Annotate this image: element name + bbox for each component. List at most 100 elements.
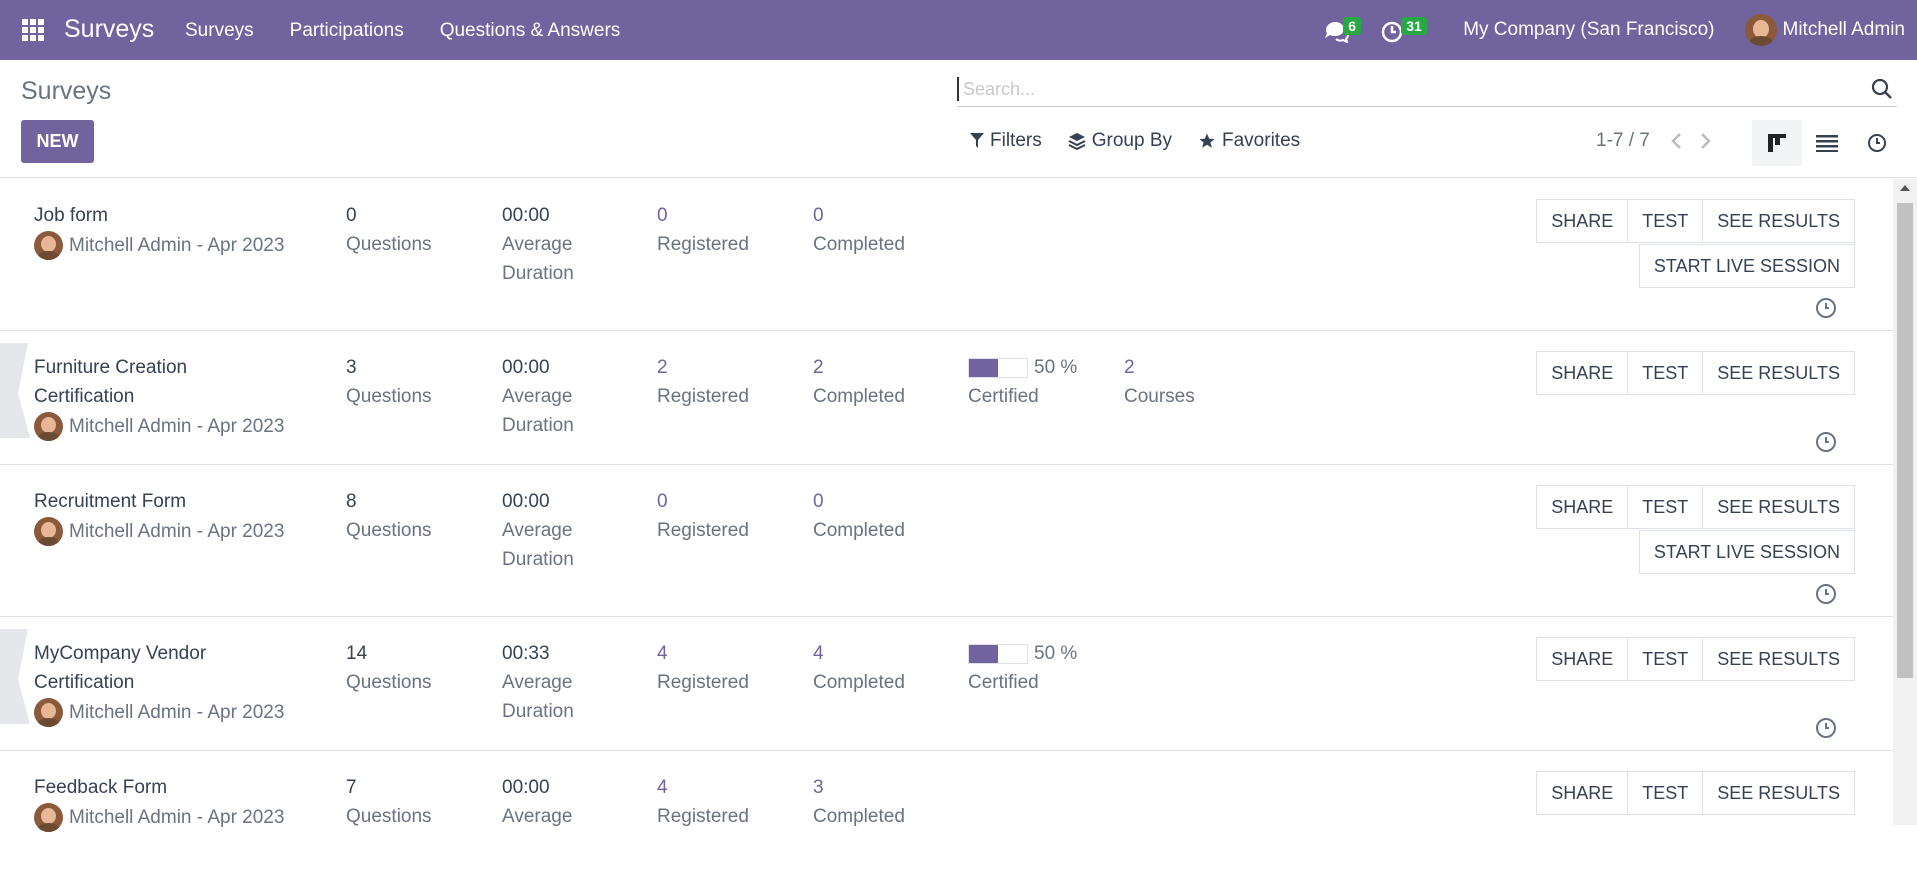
activity-clock-icon[interactable] [1815,297,1837,319]
test-button[interactable]: TEST [1627,351,1704,395]
survey-row[interactable]: Recruitment Form Mitchell Admin - Apr 20… [0,465,1893,617]
registered-stat[interactable]: 4 Registered [657,773,749,831]
questions-stat[interactable]: 8 Questions [346,487,432,545]
search-icon[interactable] [1871,78,1893,100]
test-button[interactable]: TEST [1627,485,1704,529]
completed-stat[interactable]: 3 Completed [813,773,905,831]
scrollbar-thumb[interactable] [1897,203,1913,678]
see-results-button[interactable]: SEE RESULTS [1702,637,1855,681]
start-live-session-button[interactable]: START LIVE SESSION [1638,244,1855,288]
messages-menu[interactable]: 6 [1321,15,1361,45]
survey-name[interactable]: Recruitment Form [34,487,264,516]
survey-name[interactable]: Job form [34,201,264,230]
activities-menu[interactable]: 31 [1379,15,1427,45]
share-button[interactable]: SHARE [1536,485,1629,529]
search-input[interactable] [957,77,1837,101]
share-button[interactable]: SHARE [1536,351,1629,395]
activity-clock-icon[interactable] [1815,583,1837,605]
survey-actions: SHARE TEST SEE RESULTS [1536,485,1855,529]
courses-stat[interactable]: 2 Courses [1124,353,1195,411]
see-results-button[interactable]: SEE RESULTS [1702,771,1855,815]
duration-stat: 00:00 Average Duration [502,491,574,570]
survey-author: Mitchell Admin - Apr 2023 [34,412,284,441]
questions-stat[interactable]: 7 Questions [346,773,432,831]
survey-author: Mitchell Admin - Apr 2023 [34,231,284,260]
registered-stat[interactable]: 4 Registered [657,639,749,697]
certified-percent: 50 % [1034,643,1078,664]
chevron-left-icon[interactable] [1670,132,1682,150]
duration-stat: 00:00 Average [502,777,573,827]
questions-stat[interactable]: 3 Questions [346,353,432,411]
user-menu[interactable]: Mitchell Admin [1744,14,1906,46]
activity-clock-icon[interactable] [1815,717,1837,739]
kanban-icon [1768,134,1786,152]
pager-value[interactable]: 1-7 / 7 [1596,130,1650,152]
menu-participations[interactable]: Participations [290,20,404,42]
author-avatar [34,231,63,260]
activity-clock-icon[interactable] [1815,431,1837,453]
scroll-up-arrow-icon[interactable] [1900,185,1910,191]
author-avatar [34,698,63,727]
completed-stat[interactable]: 4 Completed [813,639,905,697]
share-button[interactable]: SHARE [1536,199,1629,243]
app-brand[interactable]: Surveys [64,15,154,44]
share-button[interactable]: SHARE [1536,637,1629,681]
vertical-scrollbar[interactable] [1893,179,1917,825]
survey-row[interactable]: Feedback Form Mitchell Admin - Apr 2023 … [0,751,1893,871]
survey-name[interactable]: MyCompany Vendor Certification [34,639,264,697]
company-switcher[interactable]: My Company (San Francisco) [1463,19,1714,41]
registered-stat[interactable]: 0 Registered [657,201,749,259]
survey-kanban-list: Job form Mitchell Admin - Apr 2023 0 Ques… [0,179,1893,871]
survey-name[interactable]: Furniture Creation Certification [34,353,264,411]
certified-progress-bar [968,643,1028,664]
share-button[interactable]: SHARE [1536,771,1629,815]
user-name: Mitchell Admin [1782,19,1906,40]
list-view-button[interactable] [1802,120,1852,166]
activity-view-button[interactable] [1852,120,1902,166]
list-icon [1816,135,1838,152]
messages-badge: 6 [1343,17,1361,35]
completed-stat[interactable]: 0 Completed [813,201,905,259]
menu-questions-answers[interactable]: Questions & Answers [440,20,621,42]
app-switcher-icon[interactable] [22,19,44,41]
survey-actions: SHARE TEST SEE RESULTS [1536,637,1855,681]
survey-author: Mitchell Admin - Apr 2023 [34,803,284,832]
survey-row[interactable]: Furniture Creation Certification Mitchel… [0,331,1893,465]
test-button[interactable]: TEST [1627,771,1704,815]
test-button[interactable]: TEST [1627,199,1704,243]
new-button[interactable]: NEW [21,120,94,163]
filter-icon [970,133,984,148]
test-button[interactable]: TEST [1627,637,1704,681]
survey-name[interactable]: Feedback Form [34,773,264,802]
chevron-right-icon[interactable] [1700,132,1712,150]
groupby-label: Group By [1091,130,1172,151]
favorites-toggle[interactable]: Favorites [1198,130,1300,152]
certified-progress-bar [968,357,1028,378]
kanban-view-button[interactable] [1752,120,1802,166]
survey-row[interactable]: Job form Mitchell Admin - Apr 2023 0 Ques… [0,179,1893,331]
registered-stat[interactable]: 0 Registered [657,487,749,545]
survey-row[interactable]: MyCompany Vendor Certification Mitchell … [0,617,1893,751]
certification-ribbon-icon [0,629,30,724]
certified-percent: 50 % [1034,357,1078,378]
page-title: Surveys [21,77,112,105]
completed-stat[interactable]: 0 Completed [813,487,905,545]
questions-stat[interactable]: 14 Questions [346,639,432,697]
duration-stat: 00:00 Average Duration [502,357,574,436]
questions-stat[interactable]: 0 Questions [346,201,432,259]
see-results-button[interactable]: SEE RESULTS [1702,485,1855,529]
author-avatar [34,517,63,546]
groupby-toggle[interactable]: Group By [1068,130,1172,152]
certified-stat[interactable]: 50 % Certified [968,353,1077,411]
registered-stat[interactable]: 2 Registered [657,353,749,411]
menu-surveys[interactable]: Surveys [185,20,254,42]
see-results-button[interactable]: SEE RESULTS [1702,351,1855,395]
filters-toggle[interactable]: Filters [970,130,1042,152]
certified-stat[interactable]: 50 % Certified [968,639,1077,697]
duration-stat: 00:00 Average Duration [502,205,574,284]
see-results-button[interactable]: SEE RESULTS [1702,199,1855,243]
start-live-session-button[interactable]: START LIVE SESSION [1638,530,1855,574]
star-icon [1199,133,1215,148]
filters-label: Filters [990,130,1042,151]
completed-stat[interactable]: 2 Completed [813,353,905,411]
